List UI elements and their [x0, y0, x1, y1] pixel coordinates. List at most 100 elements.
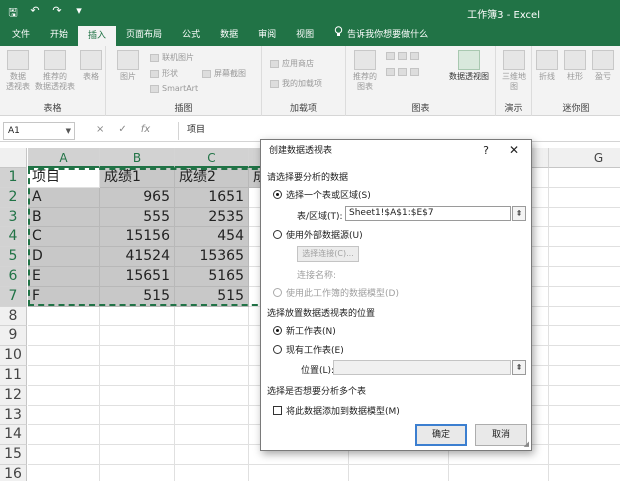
row-header-8[interactable]: 8 [0, 306, 27, 327]
row-header-5[interactable]: 5 [0, 247, 27, 267]
cell-g14[interactable] [549, 425, 620, 446]
screenshot-button[interactable]: 屏幕截图 [202, 68, 246, 79]
undo-icon[interactable]: ↶ [28, 4, 42, 23]
cell-g16[interactable] [549, 465, 620, 481]
cell-a6[interactable]: E [28, 267, 100, 287]
column-header-b[interactable]: B [100, 148, 175, 168]
save-icon[interactable]: 🖫 [6, 4, 20, 23]
cell-c8[interactable] [175, 306, 249, 327]
cell-c9[interactable] [175, 326, 249, 347]
confirm-entry-icon[interactable]: ✓ [118, 124, 126, 135]
cell-b12[interactable] [100, 385, 175, 406]
row-header-3[interactable]: 3 [0, 207, 27, 228]
bar-chart-button[interactable] [386, 68, 419, 76]
cell-c4[interactable]: 454 [175, 227, 249, 248]
cell-b10[interactable] [100, 346, 175, 366]
recommended-pivot-button[interactable]: 推荐的 数据透视表 [34, 50, 76, 92]
cell-g13[interactable] [549, 406, 620, 426]
cell-c2[interactable]: 1651 [175, 187, 249, 208]
cell-a15[interactable] [28, 445, 100, 465]
cell-b13[interactable] [100, 405, 175, 426]
cell-c12[interactable] [175, 385, 249, 406]
pivot-table-button[interactable]: 数据 透视表 [3, 50, 33, 92]
cell-g7[interactable] [549, 287, 620, 307]
my-addins-button[interactable]: 我的加载项 [270, 78, 322, 89]
picture-button[interactable]: 图片 [114, 50, 142, 82]
row-header-4[interactable]: 4 [0, 227, 27, 248]
tab-page-layout[interactable]: 页面布局 [116, 24, 172, 46]
customize-qat-icon[interactable]: ▾ [72, 4, 86, 23]
cell-g9[interactable] [549, 326, 620, 347]
pivot-chart-button[interactable]: 数据透视图 [446, 50, 492, 82]
cell-g1[interactable] [549, 168, 620, 188]
add-to-data-model-checkbox[interactable]: 将此数据添加到数据模型(M) [273, 404, 400, 417]
cell-c3[interactable]: 2535 [175, 207, 249, 228]
tab-formulas[interactable]: 公式 [172, 24, 210, 46]
tab-data[interactable]: 数据 [210, 24, 248, 46]
row-header-6[interactable]: 6 [0, 267, 27, 287]
table-button[interactable]: 表格 [78, 50, 104, 82]
row-header-12[interactable]: 12 [0, 385, 27, 406]
sparkline-line-button[interactable]: 折线 [534, 50, 560, 82]
cell-a12[interactable] [28, 385, 100, 406]
cell-a14[interactable] [28, 425, 100, 446]
cell-c1[interactable]: 成绩2 [175, 168, 249, 188]
sparkline-winloss-button[interactable]: 盈亏 [590, 50, 616, 82]
cell-g8[interactable] [549, 307, 620, 327]
smartart-button[interactable]: SmartArt [150, 84, 198, 93]
cell-a3[interactable]: B [28, 207, 100, 228]
cell-b3[interactable]: 555 [100, 207, 175, 228]
radio-select-table[interactable]: 选择一个表或区域(S) [273, 188, 371, 201]
cell-a9[interactable] [28, 326, 100, 347]
cell-a8[interactable] [28, 306, 100, 327]
cell-c11[interactable] [175, 366, 249, 386]
ok-button[interactable]: 确定 [415, 424, 467, 446]
resize-grip-icon[interactable]: ◢ [524, 440, 529, 448]
cell-g3[interactable] [549, 208, 620, 228]
tab-file[interactable]: 文件 [2, 24, 40, 46]
collapse-dialog-icon[interactable]: ⇞ [512, 360, 526, 375]
column-chart-button[interactable] [386, 52, 419, 60]
cell-a1[interactable]: 项目 [28, 168, 100, 188]
formula-input[interactable]: 项目 [178, 122, 618, 140]
online-pictures-button[interactable]: 联机图片 [150, 52, 194, 63]
sparkline-column-button[interactable]: 柱形 [562, 50, 588, 82]
cell-a2[interactable]: A [28, 187, 100, 208]
cell-b14[interactable] [100, 425, 175, 446]
cell-c6[interactable]: 5165 [175, 267, 249, 287]
cell-c13[interactable] [175, 405, 249, 426]
cell-g11[interactable] [549, 366, 620, 386]
cancel-button[interactable]: 取消 [475, 424, 527, 446]
cell-a7[interactable]: F [28, 286, 100, 307]
choose-connection-button[interactable]: 选择连接(C)... [297, 246, 359, 262]
column-header-g[interactable]: G [549, 148, 620, 168]
cell-a10[interactable] [28, 346, 100, 366]
close-icon[interactable]: ✕ [509, 143, 519, 157]
row-header-11[interactable]: 11 [0, 366, 27, 386]
cell-c15[interactable] [175, 445, 249, 465]
collapse-dialog-icon[interactable]: ⇞ [512, 206, 526, 221]
tell-me-box[interactable]: 告诉我你想要做什么 [324, 24, 438, 46]
cell-c16[interactable] [175, 465, 249, 481]
location-input[interactable] [333, 360, 511, 375]
cell-b2[interactable]: 965 [100, 187, 175, 208]
column-header-c[interactable]: C [175, 148, 249, 168]
cell-f16[interactable] [449, 465, 549, 481]
cell-g12[interactable] [549, 386, 620, 406]
cell-b7[interactable]: 515 [100, 286, 175, 307]
radio-existing-worksheet[interactable]: 现有工作表(E) [273, 343, 344, 356]
cell-b9[interactable] [100, 326, 175, 347]
cell-c5[interactable]: 15365 [175, 247, 249, 267]
cell-a5[interactable]: D [28, 247, 100, 267]
cell-b6[interactable]: 15651 [100, 267, 175, 287]
cell-a11[interactable] [28, 366, 100, 386]
cell-a13[interactable] [28, 405, 100, 426]
cell-d16[interactable] [249, 465, 349, 481]
cell-b8[interactable] [100, 306, 175, 327]
row-header-13[interactable]: 13 [0, 405, 27, 426]
redo-icon[interactable]: ↷ [50, 4, 64, 23]
row-header-9[interactable]: 9 [0, 326, 27, 347]
recommended-charts-button[interactable]: 推荐的 图表 [350, 50, 380, 92]
tab-review[interactable]: 审阅 [248, 24, 286, 46]
row-header-1[interactable]: 1 [0, 168, 27, 188]
